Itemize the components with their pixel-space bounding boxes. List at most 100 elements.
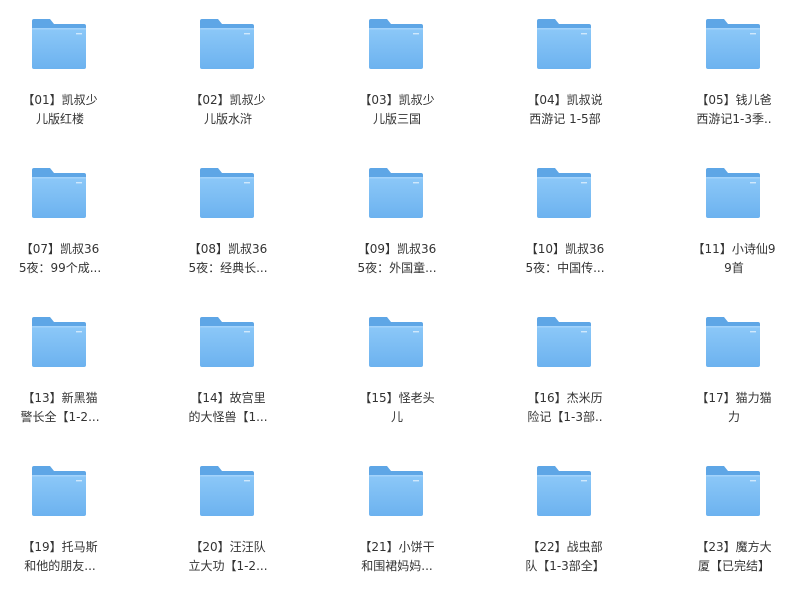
folder-item[interactable]: 【03】凯叔少 儿版三国	[337, 0, 457, 140]
folder-name[interactable]: 【08】凯叔36 5夜：经典长...	[168, 240, 288, 278]
folder-name-line-2: 儿版红楼	[35, 112, 84, 126]
folder-icon[interactable]	[705, 316, 761, 368]
folder-name-line-2: 警长全【1-2...	[20, 410, 100, 424]
folder-icon[interactable]	[536, 18, 592, 70]
folder-name[interactable]: 【01】凯叔少 儿版红楼	[0, 91, 120, 129]
folder-name[interactable]: 【02】凯叔少 儿版水浒	[168, 91, 288, 129]
folder-item[interactable]: 【09】凯叔36 5夜：外国童...	[337, 149, 457, 289]
folder-name-line-1: 【04】凯叔说	[527, 93, 603, 107]
folder-name[interactable]: 【17】猫力猫力	[674, 389, 794, 427]
folder-item[interactable]: 【19】托马斯 和他的朋友...	[0, 447, 120, 587]
folder-name-line-1: 【20】汪汪队	[190, 540, 266, 554]
folder-icon[interactable]	[368, 465, 424, 517]
folder-name-line-1: 【03】凯叔少	[359, 93, 435, 107]
folder-icon[interactable]	[368, 18, 424, 70]
folder-name[interactable]: 【04】凯叔说 西游记 1-5部	[505, 91, 625, 129]
folder-item[interactable]: 【01】凯叔少 儿版红楼	[0, 0, 120, 140]
folder-name[interactable]: 【14】故宫里 的大怪兽【1...	[168, 389, 288, 427]
folder-name-line-2: 5夜：99个成...	[18, 261, 102, 275]
folder-icon[interactable]	[536, 316, 592, 368]
folder-item[interactable]: 【23】魔方大 厦【已完结】	[674, 447, 794, 587]
folder-icon[interactable]	[31, 316, 87, 368]
folder-name[interactable]: 【22】战虫部 队【1-3部全】	[505, 538, 625, 576]
folder-item[interactable]: 【21】小饼干 和围裙妈妈...	[337, 447, 457, 587]
folder-item[interactable]: 【16】杰米历 险记【1-3部..	[505, 298, 625, 438]
folder-name-line-2: 5夜：经典长...	[188, 261, 268, 275]
folder-item[interactable]: 【15】怪老头儿	[337, 298, 457, 438]
folder-icon[interactable]	[705, 465, 761, 517]
folder-name-line-1: 【01】凯叔少	[22, 93, 98, 107]
folder-name-line-1: 【19】托马斯	[22, 540, 98, 554]
folder-icon[interactable]	[31, 18, 87, 70]
folder-item[interactable]: 【17】猫力猫力	[674, 298, 794, 438]
folder-name-line-2: 厦【已完结】	[697, 559, 770, 573]
folder-name[interactable]: 【10】凯叔36 5夜：中国传...	[505, 240, 625, 278]
folder-icon[interactable]	[199, 18, 255, 70]
folder-name-line-1: 【14】故宫里	[190, 391, 266, 405]
folder-grid: 【01】凯叔少 儿版红楼 【02】凯叔少 儿版水浒 【03】凯叔少 儿版三国 【04】凯叔说…	[0, 0, 800, 599]
folder-name[interactable]: 【15】怪老头儿	[337, 389, 457, 427]
folder-item[interactable]: 【05】钱儿爸 西游记1-3季..	[674, 0, 794, 140]
folder-item[interactable]: 【02】凯叔少 儿版水浒	[168, 0, 288, 140]
folder-item[interactable]: 【04】凯叔说 西游记 1-5部	[505, 0, 625, 140]
folder-icon[interactable]	[199, 316, 255, 368]
folder-name-line-2: 险记【1-3部..	[527, 410, 603, 424]
folder-icon[interactable]	[368, 167, 424, 219]
folder-name-line-2: 5夜：外国童...	[357, 261, 437, 275]
folder-name[interactable]: 【23】魔方大 厦【已完结】	[674, 538, 794, 576]
folder-icon[interactable]	[536, 167, 592, 219]
folder-item[interactable]: 【13】新黑猫 警长全【1-2...	[0, 298, 120, 438]
folder-name[interactable]: 【03】凯叔少 儿版三国	[337, 91, 457, 129]
folder-icon[interactable]	[536, 465, 592, 517]
folder-item[interactable]: 【20】汪汪队 立大功【1-2...	[168, 447, 288, 587]
folder-name-line-2: 力	[727, 410, 740, 424]
folder-name[interactable]: 【11】小诗仙9 9首	[674, 240, 794, 278]
folder-name-line-2: 的大怪兽【1...	[188, 410, 268, 424]
folder-name-line-2: 5夜：中国传...	[525, 261, 605, 275]
folder-name-line-2: 队【1-3部全】	[525, 559, 605, 573]
folder-name[interactable]: 【19】托马斯 和他的朋友...	[0, 538, 120, 576]
folder-icon[interactable]	[31, 465, 87, 517]
folder-name-line-1: 【21】小饼干	[359, 540, 435, 554]
folder-name-line-1: 【02】凯叔少	[190, 93, 266, 107]
folder-item[interactable]: 【07】凯叔36 5夜：99个成...	[0, 149, 120, 289]
folder-name-line-2: 西游记1-3季..	[696, 112, 772, 126]
folder-name-line-1: 【13】新黑猫	[22, 391, 98, 405]
folder-icon[interactable]	[199, 465, 255, 517]
folder-name-line-1: 【16】杰米历	[527, 391, 603, 405]
folder-name-line-1: 【11】小诗仙9	[692, 242, 776, 256]
folder-name[interactable]: 【16】杰米历 险记【1-3部..	[505, 389, 625, 427]
folder-name-line-2: 儿	[390, 410, 403, 424]
folder-item[interactable]: 【22】战虫部 队【1-3部全】	[505, 447, 625, 587]
folder-item[interactable]: 【08】凯叔36 5夜：经典长...	[168, 149, 288, 289]
folder-name-line-1: 【10】凯叔36	[525, 242, 605, 256]
folder-name-line-2: 立大功【1-2...	[188, 559, 268, 573]
folder-name-line-1: 【17】猫力猫	[696, 391, 772, 405]
folder-name-line-2: 9首	[724, 261, 744, 275]
folder-item[interactable]: 【10】凯叔36 5夜：中国传...	[505, 149, 625, 289]
folder-icon[interactable]	[199, 167, 255, 219]
folder-name-line-1: 【09】凯叔36	[357, 242, 437, 256]
folder-item[interactable]: 【11】小诗仙9 9首	[674, 149, 794, 289]
folder-name-line-2: 儿版水浒	[203, 112, 252, 126]
folder-item[interactable]: 【14】故宫里 的大怪兽【1...	[168, 298, 288, 438]
folder-name[interactable]: 【13】新黑猫 警长全【1-2...	[0, 389, 120, 427]
folder-name-line-1: 【05】钱儿爸	[696, 93, 772, 107]
folder-name-line-1: 【23】魔方大	[696, 540, 772, 554]
folder-name-line-1: 【07】凯叔36	[20, 242, 100, 256]
folder-name[interactable]: 【21】小饼干 和围裙妈妈...	[337, 538, 457, 576]
folder-name[interactable]: 【05】钱儿爸 西游记1-3季..	[674, 91, 794, 129]
folder-name-line-1: 【22】战虫部	[527, 540, 603, 554]
folder-icon[interactable]	[31, 167, 87, 219]
folder-icon[interactable]	[705, 18, 761, 70]
folder-icon[interactable]	[705, 167, 761, 219]
folder-name[interactable]: 【09】凯叔36 5夜：外国童...	[337, 240, 457, 278]
folder-name-line-1: 【15】怪老头	[359, 391, 435, 405]
folder-name-line-2: 儿版三国	[372, 112, 421, 126]
folder-name-line-2: 和围裙妈妈...	[361, 559, 433, 573]
folder-name[interactable]: 【07】凯叔36 5夜：99个成...	[0, 240, 120, 278]
folder-name-line-2: 西游记 1-5部	[529, 112, 601, 126]
folder-name-line-2: 和他的朋友...	[24, 559, 96, 573]
folder-name[interactable]: 【20】汪汪队 立大功【1-2...	[168, 538, 288, 576]
folder-icon[interactable]	[368, 316, 424, 368]
